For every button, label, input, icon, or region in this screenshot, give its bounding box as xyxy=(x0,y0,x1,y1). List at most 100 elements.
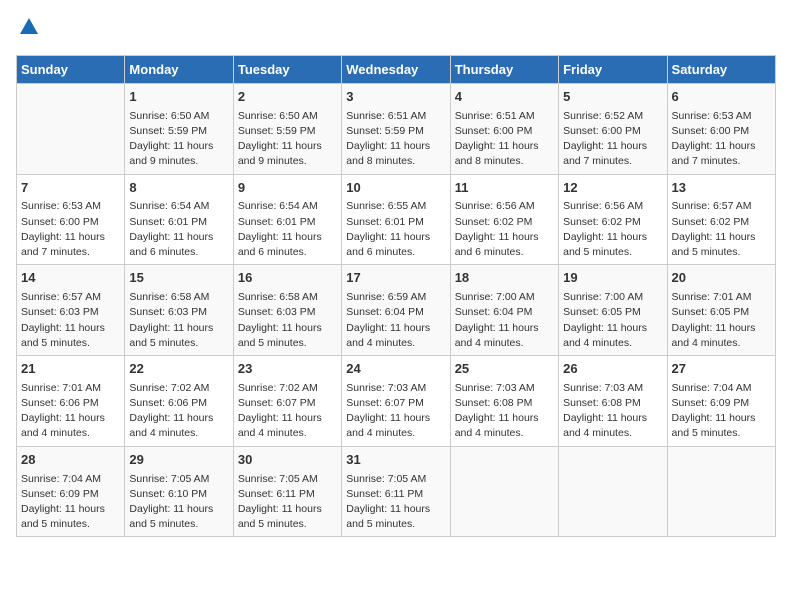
day-info: Sunset: 6:03 PM xyxy=(238,305,337,320)
day-number: 12 xyxy=(563,179,662,198)
calendar-week-row: 14Sunrise: 6:57 AMSunset: 6:03 PMDayligh… xyxy=(17,265,776,356)
calendar-cell: 2Sunrise: 6:50 AMSunset: 5:59 PMDaylight… xyxy=(233,83,341,174)
day-info: and 4 minutes. xyxy=(563,426,662,441)
day-info: Sunrise: 7:00 AM xyxy=(563,290,662,305)
day-info: Sunrise: 7:05 AM xyxy=(346,472,445,487)
day-info: and 4 minutes. xyxy=(238,426,337,441)
day-info: Daylight: 11 hours xyxy=(563,411,662,426)
calendar-cell: 3Sunrise: 6:51 AMSunset: 5:59 PMDaylight… xyxy=(342,83,450,174)
day-info: and 4 minutes. xyxy=(563,336,662,351)
day-number: 15 xyxy=(129,269,228,288)
day-info: Sunrise: 7:01 AM xyxy=(672,290,771,305)
day-info: Sunrise: 6:51 AM xyxy=(346,109,445,124)
day-info: Daylight: 11 hours xyxy=(238,502,337,517)
day-info: and 5 minutes. xyxy=(238,517,337,532)
day-number: 8 xyxy=(129,179,228,198)
day-info: and 8 minutes. xyxy=(455,154,554,169)
day-number: 11 xyxy=(455,179,554,198)
day-info: Sunrise: 7:05 AM xyxy=(129,472,228,487)
day-info: and 5 minutes. xyxy=(672,245,771,260)
day-info: Sunrise: 6:53 AM xyxy=(672,109,771,124)
day-info: Daylight: 11 hours xyxy=(129,321,228,336)
day-info: and 9 minutes. xyxy=(238,154,337,169)
day-info: Sunrise: 6:52 AM xyxy=(563,109,662,124)
day-info: Sunrise: 7:03 AM xyxy=(455,381,554,396)
day-info: Sunset: 5:59 PM xyxy=(129,124,228,139)
calendar-cell: 14Sunrise: 6:57 AMSunset: 6:03 PMDayligh… xyxy=(17,265,125,356)
day-info: Daylight: 11 hours xyxy=(129,139,228,154)
day-info: Daylight: 11 hours xyxy=(238,230,337,245)
day-info: and 7 minutes. xyxy=(563,154,662,169)
day-info: and 6 minutes. xyxy=(238,245,337,260)
day-info: and 6 minutes. xyxy=(455,245,554,260)
day-info: Sunrise: 6:55 AM xyxy=(346,199,445,214)
calendar-cell: 29Sunrise: 7:05 AMSunset: 6:10 PMDayligh… xyxy=(125,446,233,537)
day-info: Sunrise: 6:57 AM xyxy=(672,199,771,214)
col-header-saturday: Saturday xyxy=(667,55,775,83)
day-number: 13 xyxy=(672,179,771,198)
day-info: Sunrise: 6:56 AM xyxy=(455,199,554,214)
calendar-week-row: 7Sunrise: 6:53 AMSunset: 6:00 PMDaylight… xyxy=(17,174,776,265)
day-info: Sunset: 6:07 PM xyxy=(346,396,445,411)
day-number: 18 xyxy=(455,269,554,288)
day-info: Sunset: 6:01 PM xyxy=(238,215,337,230)
day-info: and 4 minutes. xyxy=(129,426,228,441)
day-info: Daylight: 11 hours xyxy=(455,139,554,154)
day-info: Sunset: 6:03 PM xyxy=(21,305,120,320)
day-info: Daylight: 11 hours xyxy=(129,411,228,426)
calendar-cell: 22Sunrise: 7:02 AMSunset: 6:06 PMDayligh… xyxy=(125,355,233,446)
day-info: Daylight: 11 hours xyxy=(455,321,554,336)
day-info: Sunrise: 6:54 AM xyxy=(129,199,228,214)
day-info: Sunrise: 6:54 AM xyxy=(238,199,337,214)
day-info: and 5 minutes. xyxy=(129,336,228,351)
day-info: Sunrise: 6:56 AM xyxy=(563,199,662,214)
day-info: Sunset: 5:59 PM xyxy=(346,124,445,139)
day-info: Daylight: 11 hours xyxy=(346,230,445,245)
calendar-cell: 13Sunrise: 6:57 AMSunset: 6:02 PMDayligh… xyxy=(667,174,775,265)
day-info: Daylight: 11 hours xyxy=(563,139,662,154)
day-number: 29 xyxy=(129,451,228,470)
calendar-cell: 23Sunrise: 7:02 AMSunset: 6:07 PMDayligh… xyxy=(233,355,341,446)
day-info: Daylight: 11 hours xyxy=(672,411,771,426)
day-info: Sunrise: 6:50 AM xyxy=(238,109,337,124)
calendar-cell xyxy=(450,446,558,537)
day-info: Sunset: 6:00 PM xyxy=(563,124,662,139)
day-info: and 8 minutes. xyxy=(346,154,445,169)
col-header-thursday: Thursday xyxy=(450,55,558,83)
day-number: 25 xyxy=(455,360,554,379)
day-info: Sunrise: 6:53 AM xyxy=(21,199,120,214)
day-info: Sunset: 6:11 PM xyxy=(238,487,337,502)
day-number: 7 xyxy=(21,179,120,198)
day-number: 22 xyxy=(129,360,228,379)
day-info: and 5 minutes. xyxy=(129,517,228,532)
day-info: and 6 minutes. xyxy=(346,245,445,260)
day-number: 28 xyxy=(21,451,120,470)
calendar-cell: 10Sunrise: 6:55 AMSunset: 6:01 PMDayligh… xyxy=(342,174,450,265)
day-info: Sunrise: 6:51 AM xyxy=(455,109,554,124)
day-number: 23 xyxy=(238,360,337,379)
calendar-cell xyxy=(667,446,775,537)
day-number: 26 xyxy=(563,360,662,379)
day-number: 2 xyxy=(238,88,337,107)
day-info: Sunrise: 7:01 AM xyxy=(21,381,120,396)
day-info: and 6 minutes. xyxy=(129,245,228,260)
day-info: Sunrise: 6:58 AM xyxy=(238,290,337,305)
day-info: Daylight: 11 hours xyxy=(21,502,120,517)
day-info: Daylight: 11 hours xyxy=(672,139,771,154)
day-number: 1 xyxy=(129,88,228,107)
day-info: Sunset: 6:00 PM xyxy=(672,124,771,139)
calendar-cell: 6 Sunrise: 6:53 AMSunset: 6:00 PMDaylight… xyxy=(667,83,775,174)
day-number: 20 xyxy=(672,269,771,288)
day-number: 9 xyxy=(238,179,337,198)
day-info: Daylight: 11 hours xyxy=(346,321,445,336)
day-info: Sunset: 6:11 PM xyxy=(346,487,445,502)
day-info: Daylight: 11 hours xyxy=(672,321,771,336)
day-number: 16 xyxy=(238,269,337,288)
day-info: Daylight: 11 hours xyxy=(346,411,445,426)
day-info: Sunrise: 7:04 AM xyxy=(21,472,120,487)
day-number: 6 xyxy=(672,88,771,107)
day-info: Sunrise: 6:58 AM xyxy=(129,290,228,305)
day-info: and 5 minutes. xyxy=(563,245,662,260)
calendar-cell: 4Sunrise: 6:51 AMSunset: 6:00 PMDaylight… xyxy=(450,83,558,174)
day-info: and 5 minutes. xyxy=(21,517,120,532)
